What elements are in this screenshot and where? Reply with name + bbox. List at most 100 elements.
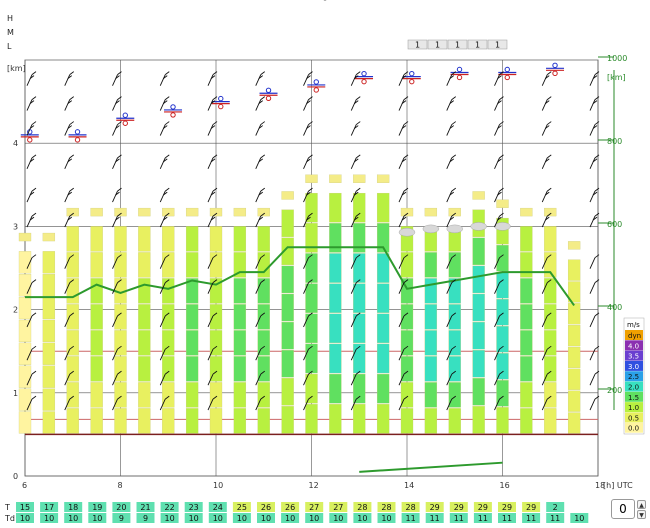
barb-flag: [31, 96, 37, 100]
thermal-column: [520, 207, 533, 434]
thermal-column: [424, 207, 438, 434]
barb-flag: [31, 395, 37, 400]
wind-barb-icon: [303, 96, 313, 111]
freezing-dot-red: [313, 87, 319, 93]
dewpoint-value: 10: [68, 514, 78, 523]
thermal-column: [496, 199, 509, 434]
barb-flag: [117, 71, 122, 75]
barb-staff: [255, 190, 262, 203]
freezing-dot-blue: [74, 129, 81, 135]
barb-flag: [117, 187, 122, 192]
column-cell: [233, 278, 247, 304]
barb-staff: [589, 99, 596, 111]
freezing-dot-red: [504, 74, 510, 81]
column-cell: [66, 408, 79, 434]
thermal-column: [90, 207, 103, 434]
column-cell: [520, 356, 533, 382]
column-cap: [114, 207, 127, 217]
column-cell: [114, 226, 127, 252]
column-cell: [567, 368, 581, 390]
temperature-value: 28: [406, 503, 416, 512]
wind-barb-icon: [26, 71, 37, 86]
x-tick-label: 12: [309, 481, 319, 490]
freezing-dot-blue: [170, 104, 176, 110]
barb-staff: [159, 124, 166, 136]
column-cell: [376, 343, 390, 374]
column-cell: [520, 382, 533, 408]
column-cap: [66, 207, 79, 217]
column-cell: [185, 356, 199, 382]
barb-staff: [303, 99, 309, 111]
column-cap: [376, 174, 390, 183]
barb-flag: [546, 96, 552, 100]
freezing-dot-red: [122, 120, 128, 126]
temperature-value: 15: [20, 503, 30, 512]
freezing-dot-blue: [409, 70, 415, 77]
dewpoint-value: 10: [44, 514, 54, 523]
column-cell: [209, 226, 223, 252]
cloud-level-label: M: [7, 28, 14, 37]
column-cell: [233, 330, 247, 356]
thermal-column: [281, 191, 294, 434]
x-tick-label: 14: [404, 481, 414, 490]
wind-barb-icon: [255, 96, 266, 111]
column-cell: [281, 406, 294, 434]
cloud-base-marker: [446, 224, 463, 234]
column-cell: [18, 319, 32, 343]
column-cell: [162, 278, 175, 304]
column-cell: [185, 408, 199, 434]
barb-staff: [303, 157, 309, 170]
column-cell: [353, 283, 366, 313]
temperature-value: 28: [357, 503, 367, 512]
barb-flag: [546, 154, 552, 159]
barb-staff: [589, 398, 596, 411]
boundary-layer-line: [25, 246, 575, 473]
wind-barb-icon: [207, 71, 218, 86]
barb-staff: [159, 215, 166, 228]
freezing-dot-red: [170, 112, 176, 118]
barb-flag: [117, 96, 122, 100]
column-cell: [544, 408, 557, 434]
barb-flag: [31, 187, 37, 192]
column-cap: [520, 207, 533, 217]
temperature-value: 29: [502, 503, 512, 512]
column-cell: [66, 252, 79, 278]
column-cell: [448, 304, 461, 330]
barb-staff: [589, 282, 596, 294]
wind-barb-icon: [26, 154, 37, 170]
thermal-column: [42, 232, 56, 434]
freezing-dot-red: [552, 70, 558, 77]
column-cell: [353, 253, 366, 283]
dewpoint-value: 10: [20, 514, 30, 523]
column-cell: [329, 373, 342, 404]
barb-flag: [355, 187, 361, 192]
barb-flag: [212, 121, 218, 125]
column-cell: [138, 408, 151, 434]
barb-flag: [260, 96, 266, 100]
barb-flag: [31, 71, 37, 75]
temperature-value: 25: [237, 503, 247, 512]
y-tick-label: 0: [13, 472, 18, 481]
barb-flag: [355, 96, 361, 100]
column-cell: [448, 408, 461, 434]
barb-staff: [112, 124, 118, 136]
thermal-column: [185, 207, 199, 434]
column-cap: [448, 207, 461, 217]
wind-barb-icon: [541, 71, 552, 86]
barb-staff: [398, 124, 405, 136]
column-cell: [281, 378, 294, 406]
offset-spinner-input[interactable]: 0: [611, 499, 635, 519]
spinner-up-icon[interactable]: ▲: [637, 500, 646, 509]
wind-barb-icon: [159, 96, 170, 111]
wind-barb-icon: [446, 187, 457, 203]
temperature-value: 27: [309, 503, 319, 512]
barb-staff: [64, 215, 71, 228]
spinner-down-icon[interactable]: ▼: [637, 510, 646, 519]
column-cell: [353, 373, 366, 404]
column-cell: [114, 252, 127, 278]
freezing-dot-red: [361, 78, 367, 85]
wind-barb-icon: [207, 121, 218, 136]
resize-handle-icon[interactable]: ⌃: [318, 0, 332, 6]
barb-flag: [355, 154, 361, 159]
barb-flag: [31, 212, 37, 217]
